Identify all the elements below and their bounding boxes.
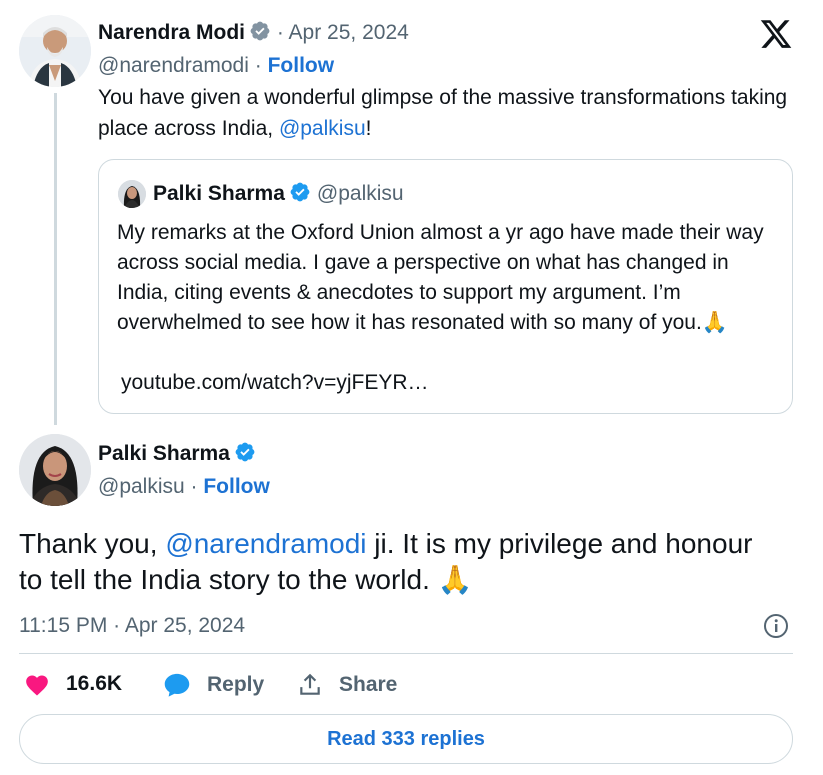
avatar-image	[19, 434, 91, 506]
divider	[19, 653, 793, 654]
like-count: 16.6K	[66, 672, 123, 695]
tweet-text: Thank you,	[19, 528, 166, 559]
quoted-tweet-header: Palki Sharma @palkisu	[153, 181, 404, 206]
tweet-text-end: !	[365, 117, 372, 140]
quoted-author-name: Palki Sharma	[153, 182, 285, 205]
author-name[interactable]: Palki Sharma	[98, 442, 230, 465]
verified-badge-icon	[289, 181, 311, 203]
author-name[interactable]: Narendra Modi	[98, 21, 245, 44]
avatar-image	[19, 15, 91, 87]
read-replies-button[interactable]: Read 333 replies	[19, 714, 793, 764]
avatar-palki-sharma[interactable]	[19, 434, 91, 506]
parent-handle-row: @narendramodi · Follow	[98, 54, 334, 78]
tweet-text: You have given a wonderful glimpse of th…	[98, 86, 788, 140]
share-label: Share	[339, 673, 398, 696]
mention-link[interactable]: @narendramodi	[165, 528, 366, 559]
x-logo-icon[interactable]	[759, 17, 793, 51]
follow-button[interactable]: Follow	[203, 475, 270, 498]
avatar-narendra-modi[interactable]	[19, 15, 91, 87]
verified-badge-icon	[249, 20, 271, 42]
info-icon[interactable]	[763, 613, 789, 639]
reply-label: Reply	[207, 673, 265, 696]
parent-tweet-text: You have given a wonderful glimpse of th…	[98, 82, 788, 144]
quoted-tweet-text: My remarks at the Oxford Union almost a …	[117, 221, 764, 334]
verified-badge-icon	[234, 441, 256, 463]
quoted-tweet-link[interactable]: youtube.com/watch?v=yjFEYR…	[121, 368, 429, 398]
heart-icon	[26, 675, 48, 696]
separator: ·	[271, 21, 289, 44]
quoted-author-handle: @palkisu	[316, 182, 404, 205]
thread-connector-line	[54, 93, 57, 425]
dot-separator: ·	[248, 54, 268, 77]
share-button[interactable]: Share	[297, 672, 397, 698]
share-upload-icon	[300, 673, 320, 695]
parent-tweet-header: Narendra Modi · Apr 25, 2024	[98, 20, 409, 45]
main-tweet-text: Thank you, @narendramodi ji. It is my pr…	[19, 526, 779, 598]
mention-link[interactable]: @palkisu	[279, 117, 366, 140]
chat-bubble-icon	[164, 673, 190, 697]
main-tweet-header: Palki Sharma	[98, 441, 256, 466]
author-handle[interactable]: @palkisu	[98, 475, 185, 498]
dot-separator: ·	[184, 475, 204, 498]
author-handle[interactable]: @narendramodi	[98, 54, 249, 77]
follow-button[interactable]: Follow	[268, 54, 335, 77]
tweet-timestamp[interactable]: 11:15 PM · Apr 25, 2024	[19, 614, 245, 638]
like-button[interactable]: 16.6K	[24, 672, 122, 696]
reply-button[interactable]: Reply	[163, 672, 264, 698]
quoted-author-avatar	[118, 180, 146, 208]
tweet-date[interactable]: Apr 25, 2024	[289, 21, 409, 44]
main-handle-row: @palkisu · Follow	[98, 475, 270, 499]
